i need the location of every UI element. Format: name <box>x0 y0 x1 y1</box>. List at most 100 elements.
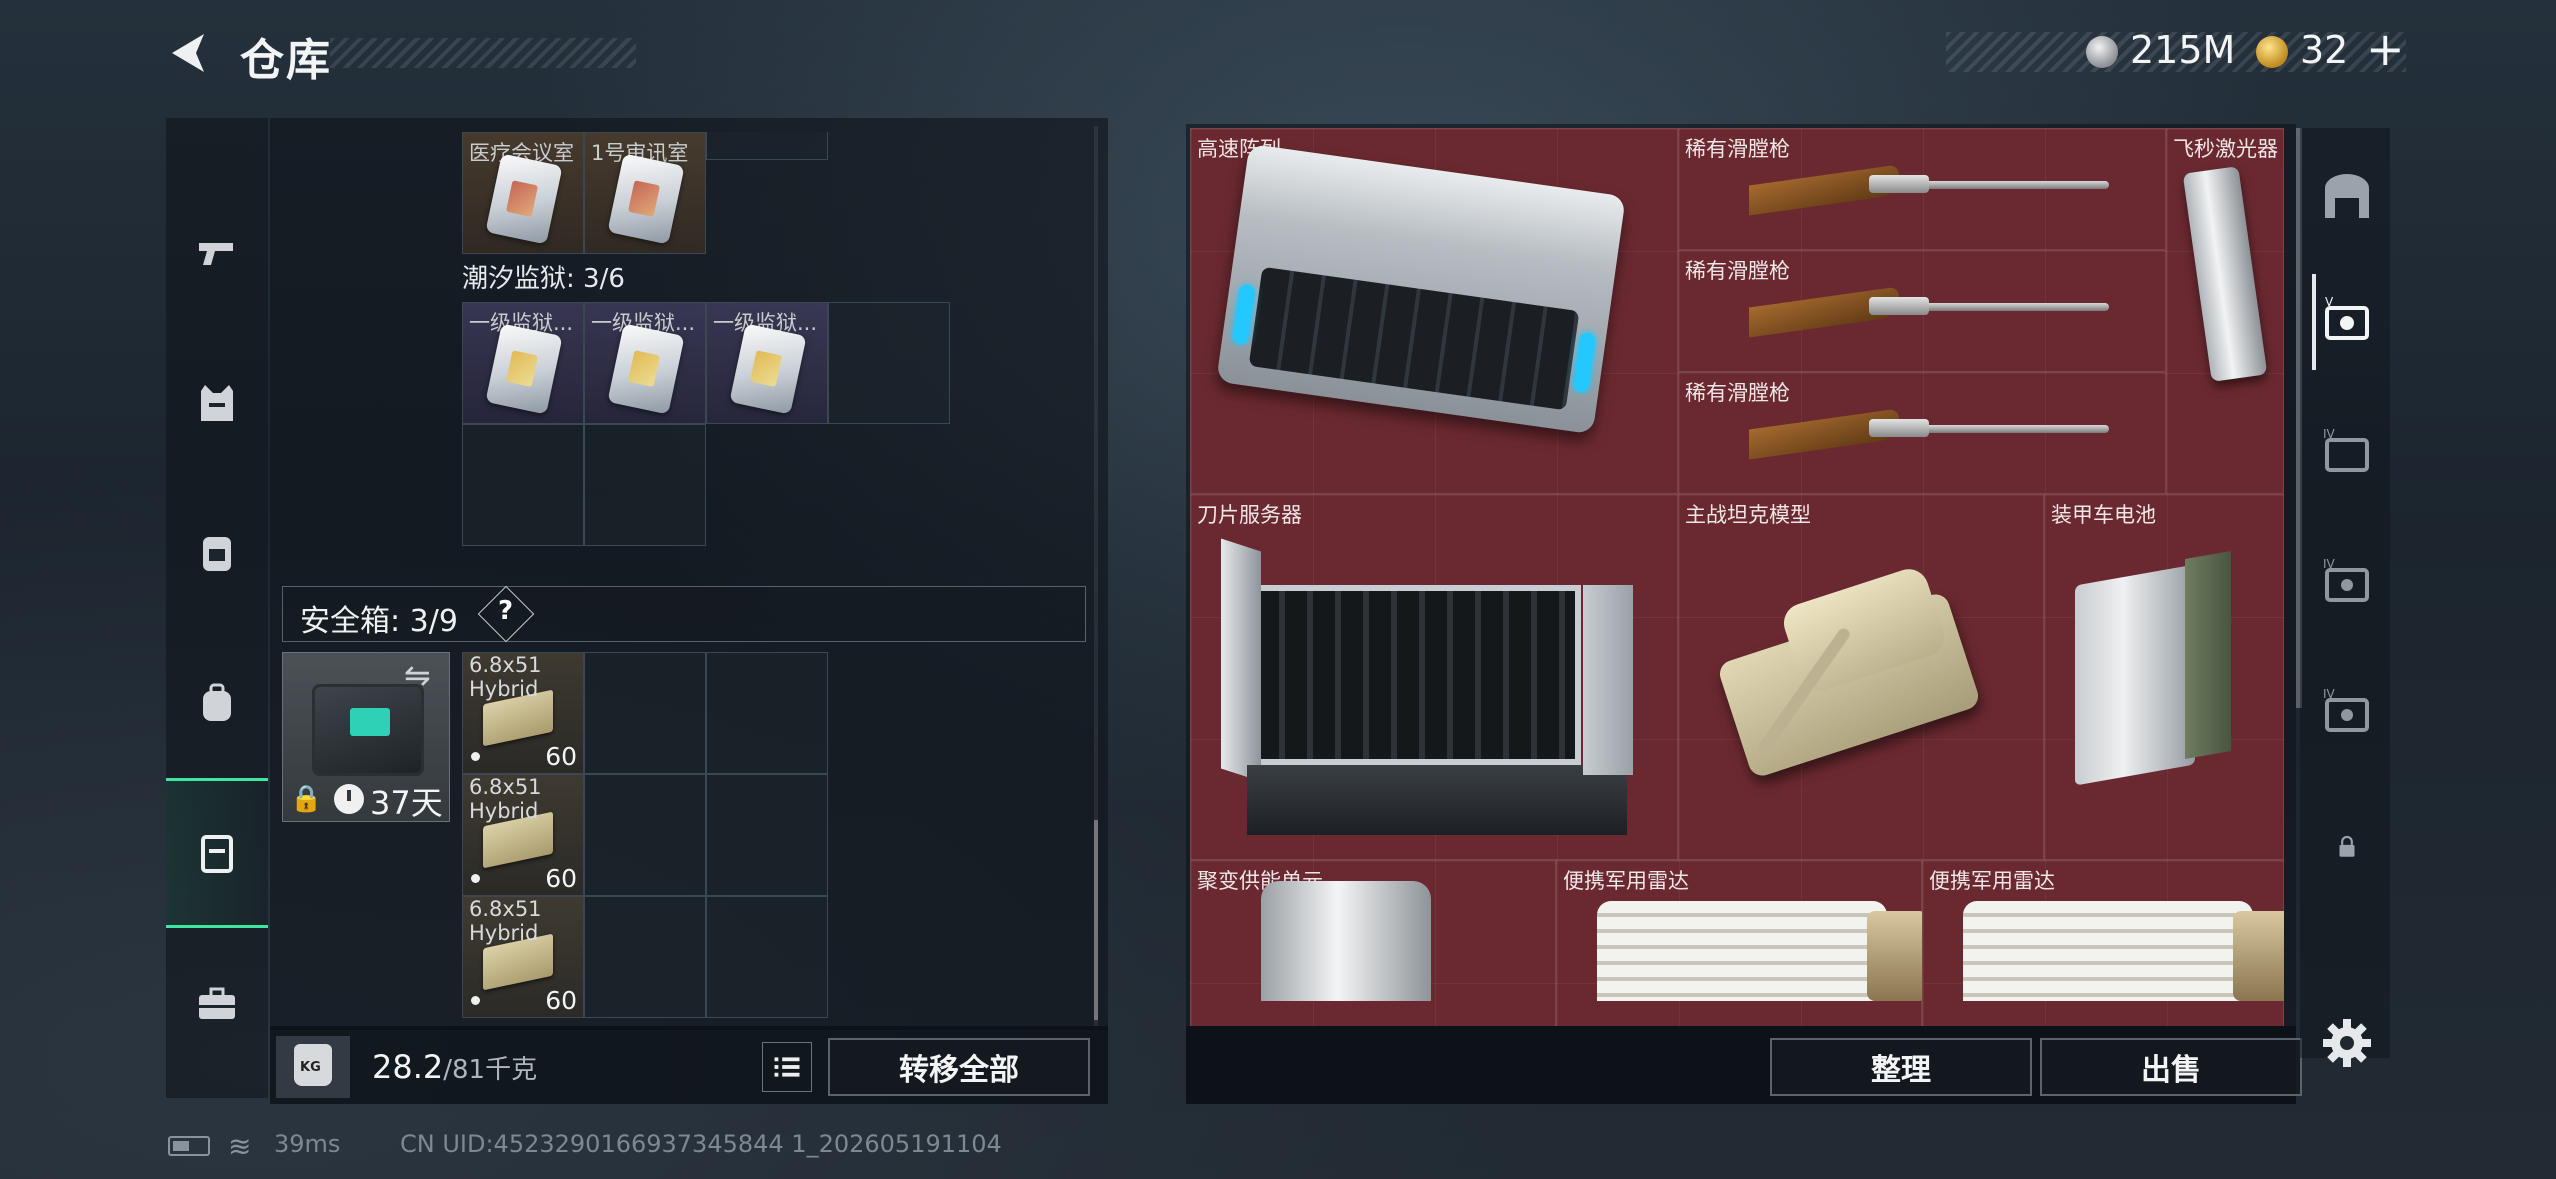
settings-button[interactable] <box>2320 1016 2374 1070</box>
empty-slot[interactable] <box>706 774 828 896</box>
keycard-slot[interactable]: 1号审讯室 <box>584 132 706 254</box>
category-toolbox[interactable] <box>166 928 268 1078</box>
stash-item-fusion-unit[interactable]: 聚变供能单元 <box>1190 860 1556 1026</box>
fusion-unit-image <box>1261 881 1431 1001</box>
left-scroll-thumb[interactable] <box>1094 820 1098 1020</box>
pistol-icon <box>199 243 233 265</box>
blade-server-image <box>1221 538 1633 845</box>
musket-image <box>1749 286 2109 338</box>
musket-image <box>1749 408 2109 460</box>
ammo-count: 60 <box>545 742 577 771</box>
stash-tab-4[interactable]: IV <box>2312 392 2382 512</box>
lock-icon: 🔒 <box>290 784 323 814</box>
svg-text:V: V <box>2325 295 2334 309</box>
category-safe-case[interactable] <box>166 778 268 928</box>
clock-icon <box>334 784 364 814</box>
category-sidebar <box>166 118 268 1098</box>
storage-array-image <box>1216 143 1626 435</box>
empty-slot[interactable] <box>706 652 828 774</box>
stash-item-high-speed-array[interactable]: 高速阵列 <box>1190 128 1678 494</box>
stash-tab-4b[interactable]: IV <box>2312 522 2382 642</box>
wifi-icon: ≋ <box>228 1130 252 1163</box>
vest-icon <box>201 385 233 421</box>
back-button[interactable] <box>162 28 212 78</box>
ammo-name: 6.8x51 Hybrid <box>469 653 542 701</box>
rarity-dot <box>471 752 480 761</box>
category-armor[interactable] <box>166 328 268 478</box>
rig-icon <box>203 537 231 571</box>
item-label: 便携军用雷达 <box>1563 869 1689 893</box>
stash-item-tank-model[interactable]: 主战坦克模型 <box>1678 494 2044 860</box>
radar-image <box>1597 901 1927 1001</box>
stash-tab-4-icon: IV <box>2323 427 2369 472</box>
keycard-slot[interactable]: 医疗会议室 <box>462 132 584 254</box>
days-remaining: 37天 <box>370 784 443 822</box>
coin-icon <box>2086 36 2118 68</box>
stash-item-rare-musket[interactable]: 稀有滑膛枪 <box>1678 372 2166 494</box>
stash-item-rare-musket[interactable]: 稀有滑膛枪 <box>1678 128 2166 250</box>
radar-image <box>1963 901 2284 1001</box>
ammo-name: 6.8x51 Hybrid <box>469 897 542 945</box>
stash-item-blade-server[interactable]: 刀片服务器 <box>1190 494 1678 860</box>
case-icon <box>201 835 233 873</box>
item-label: 稀有滑膛枪 <box>1685 381 1790 405</box>
item-label: 便携军用雷达 <box>1929 869 2055 893</box>
stash-item-portable-radar[interactable]: 便携军用雷达 <box>1556 860 1927 1026</box>
svg-text:IV: IV <box>2323 687 2336 701</box>
ammo-slot[interactable]: 6.8x51 Hybrid 60 <box>462 896 584 1018</box>
toolbox-icon <box>199 987 235 1019</box>
keycard-icon <box>729 323 807 415</box>
laser-image <box>2182 166 2268 382</box>
empty-slot[interactable] <box>584 774 706 896</box>
category-chest-rig[interactable] <box>166 478 268 628</box>
svg-text:IV: IV <box>2323 427 2336 441</box>
weight-icon: KG <box>294 1044 332 1086</box>
empty-slot[interactable] <box>584 896 706 1018</box>
empty-slot[interactable] <box>706 132 828 160</box>
keycard-icon <box>607 323 685 415</box>
add-currency-button[interactable]: + <box>2366 22 2405 76</box>
stash-item-rare-musket[interactable]: 稀有滑膛枪 <box>1678 250 2166 372</box>
ammo-slot[interactable]: 6.8x51 Hybrid 60 <box>462 774 584 896</box>
list-icon <box>774 1057 800 1077</box>
category-backpack[interactable] <box>166 628 268 778</box>
battery-icon <box>168 1136 210 1156</box>
help-icon: ? <box>498 596 514 626</box>
sell-button[interactable]: 出售 <box>2040 1038 2302 1096</box>
ammo-count: 60 <box>545 986 577 1015</box>
svg-text:IV: IV <box>2323 557 2336 571</box>
category-weapons[interactable] <box>166 178 268 328</box>
ticket-balance: 32 <box>2300 28 2349 72</box>
list-view-button[interactable] <box>762 1042 812 1092</box>
stash-item-portable-radar[interactable]: 便携军用雷达 <box>1922 860 2284 1026</box>
stash-tab-locked[interactable] <box>2312 786 2382 906</box>
ammo-count: 60 <box>545 864 577 893</box>
empty-slot[interactable] <box>462 424 584 546</box>
item-label: 飞秒激光器 <box>2173 137 2278 161</box>
swap-icon[interactable]: ⇋ <box>404 656 431 694</box>
empty-slot[interactable] <box>828 302 950 424</box>
item-label: 稀有滑膛枪 <box>1685 137 1790 161</box>
sort-button[interactable]: 整理 <box>1770 1038 2032 1096</box>
empty-slot[interactable] <box>584 424 706 546</box>
player-uid: CN UID:4523290166937345844 1_20260519110… <box>400 1130 1002 1158</box>
keycard-slot[interactable]: 一级监狱... <box>462 302 584 424</box>
empty-slot[interactable] <box>706 896 828 1018</box>
stash-tab-main[interactable] <box>2312 136 2382 256</box>
stash-tab-5[interactable]: V <box>2312 262 2382 382</box>
item-label: 刀片服务器 <box>1197 503 1302 527</box>
backpack-icon <box>203 683 231 721</box>
stash-item-vehicle-battery[interactable]: 装甲车电池 <box>2044 494 2284 860</box>
empty-slot[interactable] <box>584 652 706 774</box>
stash-tab-5-icon: V <box>2325 295 2369 340</box>
back-arrow-icon <box>172 34 204 72</box>
lock-icon <box>2339 835 2355 857</box>
transfer-all-button[interactable]: 转移全部 <box>828 1038 1090 1096</box>
page-title: 仓库 <box>240 35 332 86</box>
stash-item-femtosecond-laser[interactable]: 飞秒激光器 <box>2166 128 2284 494</box>
keycard-slot[interactable]: 一级监狱... <box>706 302 828 424</box>
keycard-slot[interactable]: 一级监狱... <box>584 302 706 424</box>
ammo-slot[interactable]: 6.8x51 Hybrid 60 <box>462 652 584 774</box>
weight-value: 28.2/81千克 <box>372 1048 538 1086</box>
stash-tab-4c[interactable]: IV <box>2312 652 2382 772</box>
